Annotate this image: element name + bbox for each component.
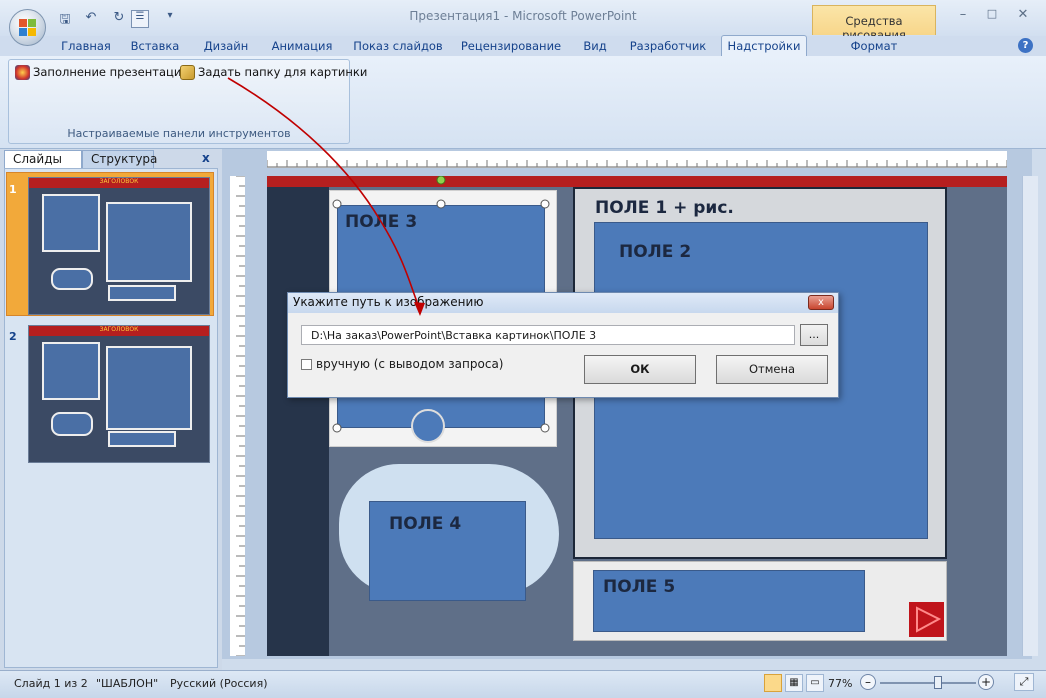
tab-outline[interactable]: Структура xyxy=(82,150,157,168)
vertical-scrollbar[interactable] xyxy=(1022,176,1038,656)
thumb-box xyxy=(51,268,93,290)
tab-format[interactable]: Формат xyxy=(836,36,912,56)
dialog-close-icon[interactable]: x xyxy=(808,295,834,310)
tab-review[interactable]: Рецензирование xyxy=(456,36,566,56)
fill-presentation-button[interactable]: Заполнение презентации xyxy=(15,63,189,81)
zoom-slider-track[interactable] xyxy=(880,682,976,684)
office-logo-icon xyxy=(18,18,37,37)
browse-button[interactable]: ... xyxy=(800,324,828,346)
tab-insert[interactable]: Вставка xyxy=(125,36,185,56)
cancel-button[interactable]: Отмена xyxy=(716,355,828,384)
zoom-out-icon[interactable]: – xyxy=(860,674,876,690)
fill-presentation-label: Заполнение презентации xyxy=(33,65,189,79)
tab-design[interactable]: Дизайн xyxy=(196,36,256,56)
tab-slides[interactable]: Слайды xyxy=(4,150,82,168)
minimize-icon[interactable]: – xyxy=(948,7,978,25)
office-button[interactable] xyxy=(9,9,46,46)
zoom-level[interactable]: 77% xyxy=(828,677,852,690)
status-language[interactable]: Русский (Россия) xyxy=(170,677,268,690)
zoom-in-icon[interactable]: + xyxy=(978,674,994,690)
maximize-icon[interactable]: □ xyxy=(977,7,1007,25)
set-image-folder-label: Задать папку для картинки xyxy=(198,65,368,79)
image-path-input[interactable]: D:\На заказ\PowerPoint\Вставка картинок\… xyxy=(301,325,795,345)
thumb-title: ЗАГОЛОВОК xyxy=(29,178,209,188)
slide-number-2: 2 xyxy=(9,330,17,343)
dialog-title: Укажите путь к изображению xyxy=(288,293,838,313)
vertical-ruler xyxy=(230,176,245,656)
slideshow-view-icon[interactable]: ▭ xyxy=(806,674,824,692)
image-path-dialog: Укажите путь к изображению x D:\На заказ… xyxy=(287,292,839,398)
context-tab-drawing-tools: Средства рисования xyxy=(812,5,936,42)
status-slide-info: Слайд 1 из 2 xyxy=(14,677,88,690)
tab-slideshow[interactable]: Показ слайдов xyxy=(350,36,446,56)
help-icon[interactable]: ? xyxy=(1018,38,1033,53)
thumb-box xyxy=(42,342,100,400)
status-theme: "ШАБЛОН" xyxy=(96,677,159,690)
slide-canvas: ПОЛЕ 3 ПОЛЕ 1 + рис. ПОЛЕ 2 ПОЛЕ 4 ПОЛЕ … xyxy=(267,176,1007,656)
close-icon[interactable]: ✕ xyxy=(1008,7,1038,25)
tab-addins[interactable]: Надстройки xyxy=(721,35,807,57)
thumb-box xyxy=(106,202,192,282)
thumb-title: ЗАГОЛОВОК xyxy=(29,326,209,336)
slide-number-1: 1 xyxy=(9,183,17,196)
fill-presentation-icon xyxy=(15,64,30,80)
tab-view[interactable]: Вид xyxy=(575,36,615,56)
sorter-view-icon[interactable]: ▦ xyxy=(785,674,803,692)
horizontal-ruler xyxy=(267,151,1007,168)
thumb-box xyxy=(42,194,100,252)
normal-view-icon[interactable] xyxy=(764,674,782,692)
slide-thumbnail-1[interactable]: ЗАГОЛОВОК xyxy=(28,177,210,315)
panel-close-icon[interactable]: x xyxy=(202,151,210,165)
tab-developer[interactable]: Разработчик xyxy=(624,36,712,56)
thumb-box xyxy=(106,346,192,430)
group-label: Настраиваемые панели инструментов xyxy=(67,127,291,140)
folder-picture-icon xyxy=(180,64,195,80)
manual-checkbox[interactable] xyxy=(301,359,312,370)
ok-button[interactable]: ОК xyxy=(584,355,696,384)
tab-home[interactable]: Главная xyxy=(56,36,116,56)
slide-thumbnail-2[interactable]: ЗАГОЛОВОК xyxy=(28,325,210,463)
thumb-box xyxy=(108,285,176,301)
thumb-box xyxy=(51,412,93,436)
thumb-box xyxy=(108,431,176,447)
manual-checkbox-label: вручную (с выводом запроса) xyxy=(316,357,504,371)
set-image-folder-button[interactable]: Задать папку для картинки xyxy=(180,63,367,81)
zoom-slider-thumb[interactable] xyxy=(934,676,942,689)
fit-to-window-icon[interactable]: ⤢ xyxy=(1014,673,1034,691)
tab-animation[interactable]: Анимация xyxy=(265,36,339,56)
